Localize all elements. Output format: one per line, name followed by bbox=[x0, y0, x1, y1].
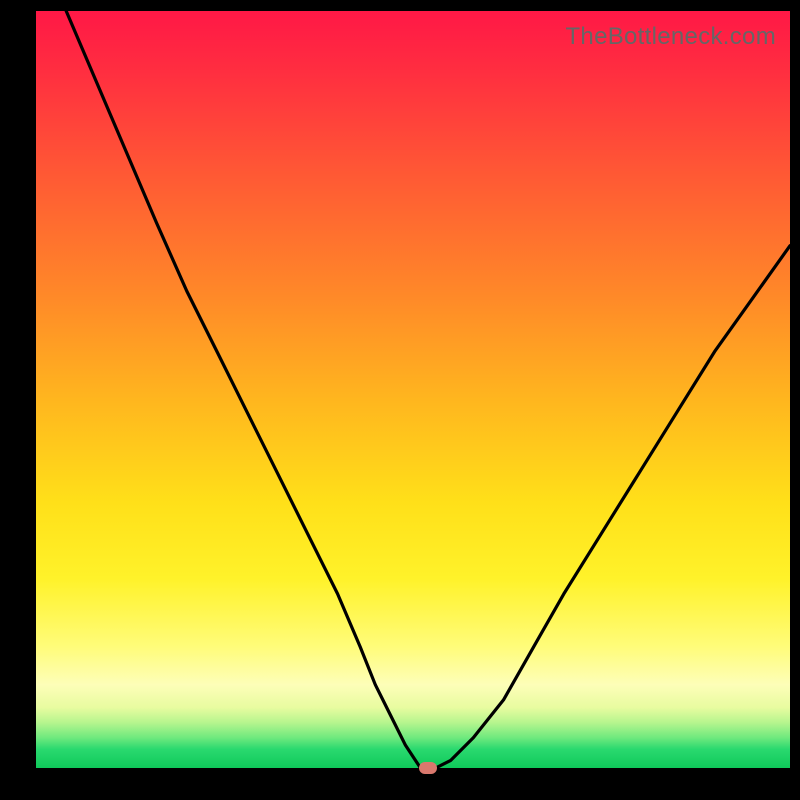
plot-area: TheBottleneck.com bbox=[36, 11, 790, 768]
watermark-text: TheBottleneck.com bbox=[565, 23, 776, 51]
bottleneck-curve bbox=[36, 11, 790, 768]
optimal-point-marker bbox=[419, 762, 437, 774]
chart-stage: TheBottleneck.com bbox=[0, 0, 800, 800]
